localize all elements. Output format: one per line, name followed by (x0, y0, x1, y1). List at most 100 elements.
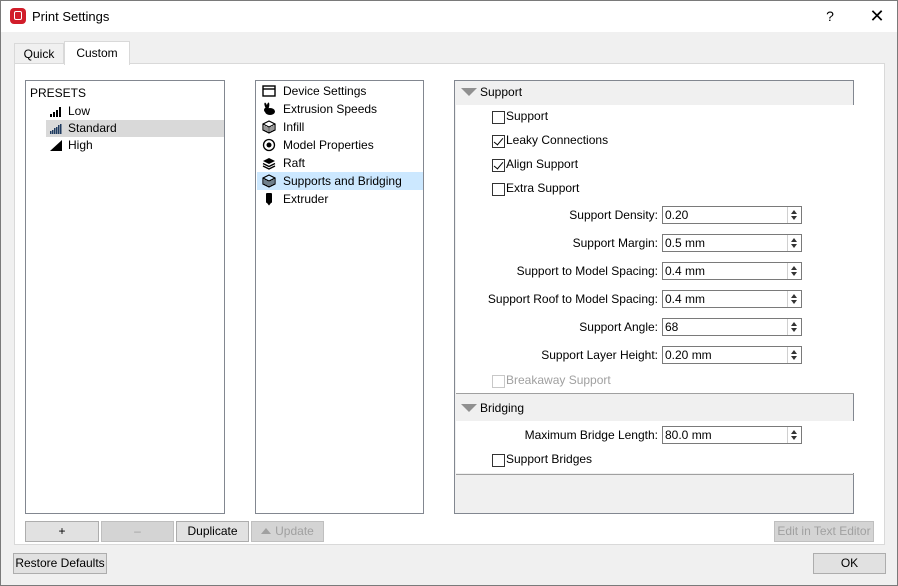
preset-label: High (68, 138, 93, 152)
support-section-title: Support (480, 85, 523, 99)
support-roof-spacing-label: Support Roof to Model Spacing: (487, 292, 658, 306)
bridging-section-title: Bridging (480, 401, 525, 415)
add-preset-button[interactable]: + (25, 521, 99, 542)
align-support-checkbox[interactable] (492, 159, 505, 172)
support-margin-row: Support Margin: 0.5 mm (456, 234, 854, 252)
restore-defaults-button[interactable]: Restore Defaults (13, 553, 107, 574)
support-model-spacing-label: Support to Model Spacing: (516, 264, 658, 278)
extra-support-checkbox[interactable] (492, 183, 505, 196)
preset-low[interactable]: Low (46, 103, 224, 120)
spin-buttons[interactable] (787, 319, 801, 335)
spin-buttons[interactable] (787, 207, 801, 223)
support-bridges-row[interactable]: Support Bridges (492, 452, 592, 468)
support-roof-spacing-spinbox[interactable]: 0.4 mm (662, 290, 802, 308)
duplicate-preset-button[interactable]: Duplicate (176, 521, 249, 542)
collapse-triangle-icon[interactable] (461, 404, 477, 412)
spin-up-icon[interactable] (791, 350, 797, 354)
leaky-connections-row[interactable]: Leaky Connections (492, 133, 608, 149)
support-section-header[interactable]: Support (456, 81, 854, 105)
edit-in-text-editor-button[interactable]: Edit in Text Editor (774, 521, 874, 542)
category-extrusion-speeds[interactable]: Extrusion Speeds (257, 100, 423, 118)
category-model-properties[interactable]: Model Properties (257, 136, 423, 154)
breakaway-support-row: Breakaway Support (492, 373, 611, 389)
spin-down-icon[interactable] (791, 356, 797, 360)
help-button[interactable]: ? (813, 1, 847, 32)
category-raft[interactable]: Raft (257, 154, 423, 172)
preset-high[interactable]: High (46, 137, 224, 154)
support-layer-height-spinbox[interactable]: 0.20 mm (662, 346, 802, 364)
breakaway-support-label: Breakaway Support (506, 373, 611, 387)
spin-buttons[interactable] (787, 235, 801, 251)
spin-up-icon[interactable] (791, 210, 797, 214)
preset-standard[interactable]: Standard (46, 120, 224, 137)
spin-up-icon[interactable] (791, 322, 797, 326)
up-arrow-icon (261, 528, 272, 534)
leaky-connections-checkbox[interactable] (492, 135, 505, 148)
support-angle-value[interactable]: 68 (665, 320, 678, 334)
max-bridge-length-value[interactable]: 80.0 mm (665, 428, 712, 442)
ok-button[interactable]: OK (813, 553, 886, 574)
quality-low-icon (50, 107, 61, 117)
spin-buttons[interactable] (787, 291, 801, 307)
spin-down-icon[interactable] (791, 328, 797, 332)
remove-preset-button[interactable]: – (101, 521, 174, 542)
support-margin-value[interactable]: 0.5 mm (665, 236, 705, 250)
spin-down-icon[interactable] (791, 272, 797, 276)
category-device-settings[interactable]: Device Settings (257, 82, 423, 100)
category-extruder[interactable]: Extruder (257, 190, 423, 208)
window-title: Print Settings (32, 9, 110, 24)
support-angle-label: Support Angle: (579, 320, 658, 334)
spin-down-icon[interactable] (791, 436, 797, 440)
category-label: Model Properties (283, 138, 374, 152)
support-checkbox-row[interactable]: Support (492, 109, 548, 125)
support-layer-height-value[interactable]: 0.20 mm (665, 348, 712, 362)
extruder-icon (266, 193, 272, 206)
spin-up-icon[interactable] (791, 238, 797, 242)
category-label: Raft (283, 156, 306, 170)
spin-buttons[interactable] (787, 427, 801, 443)
support-model-spacing-spinbox[interactable]: 0.4 mm (662, 262, 802, 280)
support-layer-height-row: Support Layer Height: 0.20 mm (456, 346, 854, 364)
bridging-section-header[interactable]: Bridging (456, 397, 854, 421)
support-density-value[interactable]: 0.20 (665, 208, 688, 222)
category-supports-and-bridging[interactable]: Supports and Bridging (257, 172, 423, 190)
supports-cube-icon (262, 174, 276, 188)
support-density-label: Support Density: (569, 208, 658, 222)
leaky-connections-label: Leaky Connections (506, 133, 609, 147)
spin-buttons[interactable] (787, 347, 801, 363)
extra-support-row[interactable]: Extra Support (492, 181, 579, 197)
spin-down-icon[interactable] (791, 300, 797, 304)
support-model-spacing-value[interactable]: 0.4 mm (665, 264, 705, 278)
support-roof-spacing-value[interactable]: 0.4 mm (665, 292, 705, 306)
support-roof-spacing-row: Support Roof to Model Spacing: 0.4 mm (456, 290, 854, 308)
support-density-row: Support Density: 0.20 (456, 206, 854, 224)
tab-quick[interactable]: Quick (14, 43, 64, 65)
support-bridges-checkbox[interactable] (492, 454, 505, 467)
update-preset-button[interactable]: Update (251, 521, 324, 542)
breakaway-support-checkbox (492, 375, 505, 388)
spin-up-icon[interactable] (791, 294, 797, 298)
collapse-triangle-icon[interactable] (461, 88, 477, 96)
support-angle-spinbox[interactable]: 68 (662, 318, 802, 336)
support-margin-spinbox[interactable]: 0.5 mm (662, 234, 802, 252)
spin-up-icon[interactable] (791, 266, 797, 270)
spin-down-icon[interactable] (791, 244, 797, 248)
support-density-spinbox[interactable]: 0.20 (662, 206, 802, 224)
category-infill[interactable]: Infill (257, 118, 423, 136)
section-divider (456, 393, 854, 394)
close-button[interactable]: ✕ (857, 1, 897, 32)
settings-category-list[interactable]: Device Settings Extrusion Speeds Infill … (255, 80, 424, 514)
support-model-spacing-row: Support to Model Spacing: 0.4 mm (456, 262, 854, 280)
presets-heading: PRESETS (30, 86, 87, 100)
support-checkbox[interactable] (492, 111, 505, 124)
max-bridge-length-spinbox[interactable]: 80.0 mm (662, 426, 802, 444)
section-divider (456, 474, 854, 475)
spin-down-icon[interactable] (791, 216, 797, 220)
align-support-row[interactable]: Align Support (492, 157, 578, 173)
spin-buttons[interactable] (787, 263, 801, 279)
preset-label: Standard (68, 121, 117, 135)
tab-custom[interactable]: Custom (64, 41, 130, 65)
category-label: Infill (283, 120, 305, 134)
spin-up-icon[interactable] (791, 430, 797, 434)
presets-list[interactable]: PRESETS Low Standard High (25, 80, 225, 514)
